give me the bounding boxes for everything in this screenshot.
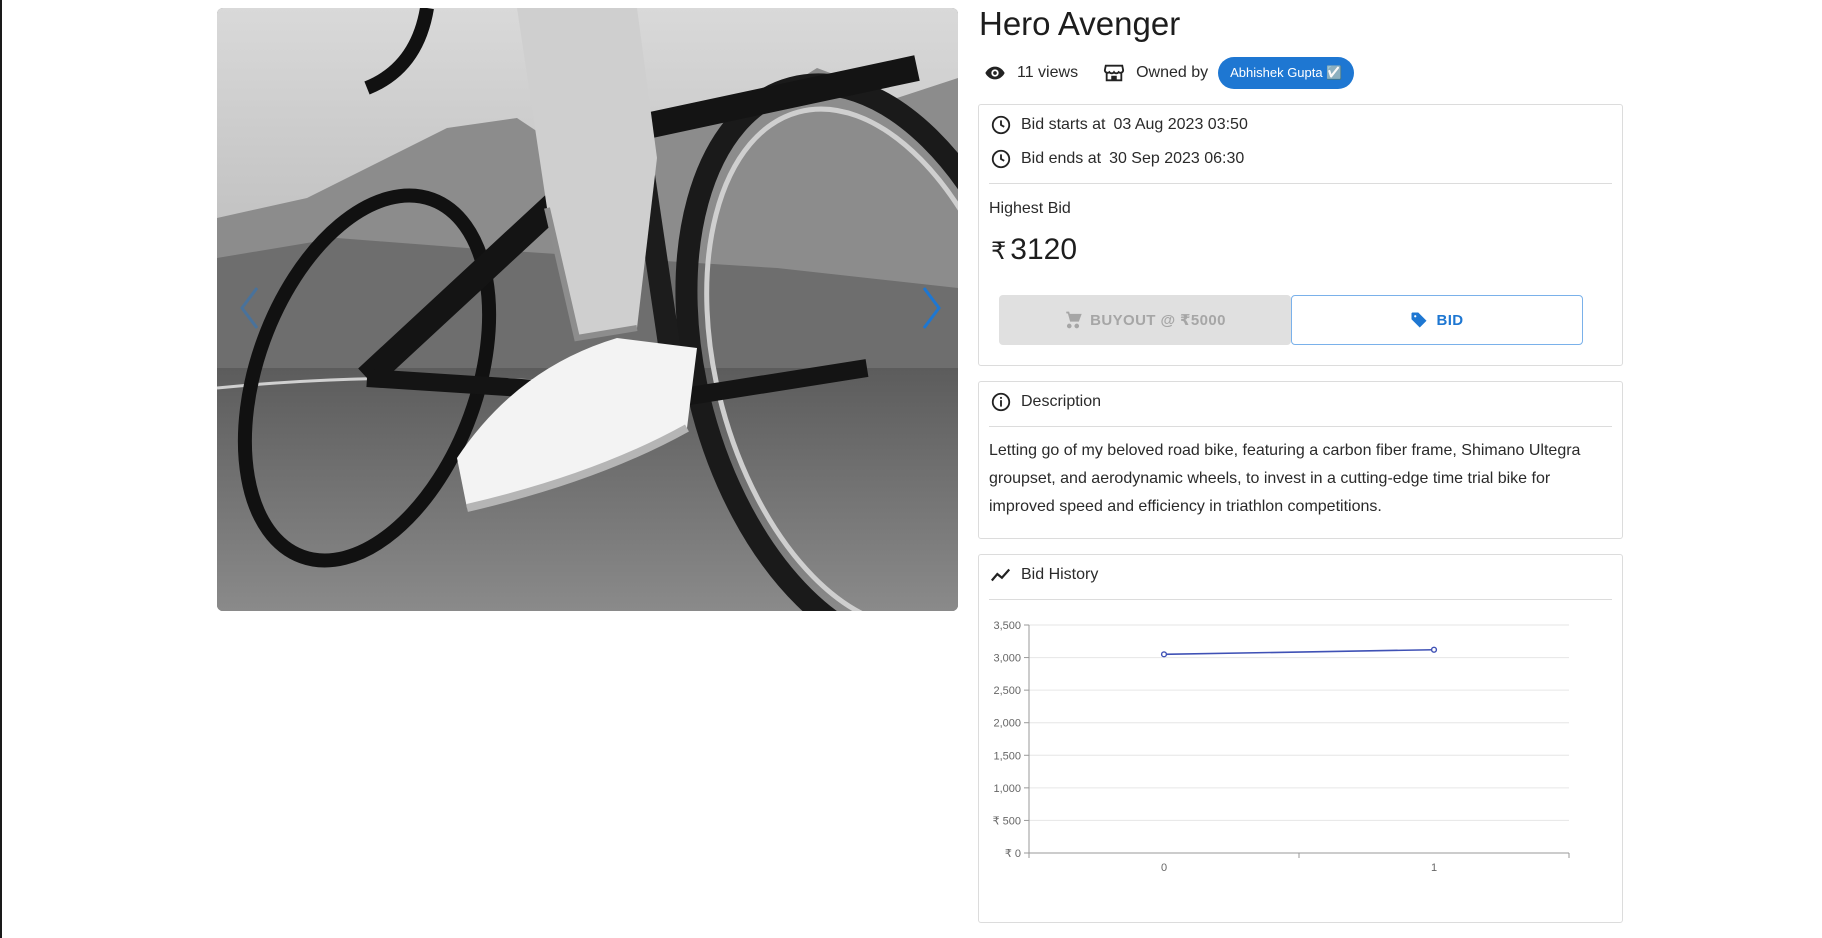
bid-panel-divider — [989, 183, 1612, 184]
trend-icon — [989, 563, 1013, 587]
chart-point — [1160, 651, 1168, 658]
store-icon — [1102, 61, 1126, 85]
clock-icon — [989, 113, 1013, 137]
product-meta-row: 11 views Owned by Abhishek Gupta ☑️ — [983, 57, 1355, 89]
description-text: Letting go of my beloved road bike, feat… — [989, 442, 1581, 515]
chevron-right-icon — [922, 287, 941, 329]
views-count: 11 views — [1017, 64, 1079, 81]
chart-y-tick-label: 1,000 — [993, 783, 1021, 795]
product-photo — [217, 8, 958, 611]
clock-icon — [989, 147, 1013, 171]
description-panel: Description Letting go of my beloved roa… — [978, 381, 1623, 539]
chart-y-tick-label: 1,500 — [993, 750, 1021, 762]
window-left-border — [0, 0, 2, 938]
cart-icon — [1064, 311, 1082, 329]
chart-x-tick-label: 0 — [1161, 862, 1167, 874]
highest-bid-label: Highest Bid — [989, 200, 1071, 217]
chart-y-tick-label: ₹ 0 — [1005, 848, 1021, 860]
bid-history-header: Bid History — [989, 563, 1098, 587]
eye-icon — [983, 61, 1007, 85]
bid-history-divider — [989, 599, 1612, 600]
description-heading: Description — [1021, 393, 1102, 410]
buyout-button-label: BUYOUT @ ₹5000 — [1090, 312, 1226, 329]
bid-start-label: Bid starts at — [1021, 116, 1106, 133]
chart-y-tick-label: 3,500 — [993, 620, 1021, 632]
bid-end-row: Bid ends at 30 Sep 2023 06:30 — [989, 147, 1244, 171]
owner-chip[interactable]: Abhishek Gupta ☑️ — [1218, 57, 1355, 89]
chart-point — [1430, 646, 1438, 653]
currency-symbol: ₹ — [991, 238, 1007, 265]
bid-end-value: 30 Sep 2023 06:30 — [1109, 150, 1245, 167]
chart-y-tick-label: 3,000 — [993, 653, 1021, 665]
bid-button-label: BID — [1436, 311, 1464, 329]
product-title: Hero Avenger — [979, 5, 1181, 42]
description-divider — [989, 426, 1612, 427]
highest-bid-amount: 3120 — [1010, 233, 1078, 266]
bid-end-label: Bid ends at — [1021, 150, 1102, 167]
bid-panel: Bid starts at 03 Aug 2023 03:50 Bid ends… — [978, 104, 1623, 366]
description-header: Description — [989, 390, 1101, 414]
bid-history-chart: ₹ 0 ₹ 500 1,000 1,500 2,000 2,500 3,000 3,500 0 1 — [993, 620, 1570, 874]
carousel-next-button[interactable] — [912, 278, 952, 338]
bid-history-panel: Bid History ₹ 0 ₹ 500 1,000 1,500 2,000 2,500… — [978, 554, 1623, 923]
buyout-button[interactable]: BUYOUT @ ₹5000 — [999, 295, 1291, 345]
bid-history-heading: Bid History — [1021, 566, 1099, 583]
bid-button[interactable]: BID — [1291, 295, 1583, 345]
bid-start-row: Bid starts at 03 Aug 2023 03:50 — [989, 113, 1248, 137]
carousel-prev-button[interactable] — [229, 278, 269, 338]
info-icon — [989, 390, 1013, 414]
chart-series-line — [1163, 648, 1435, 656]
chart-x-tick-label: 1 — [1431, 862, 1437, 874]
chart-y-tick-label: 2,500 — [993, 685, 1021, 697]
chevron-left-icon — [240, 287, 259, 329]
owned-by-label: Owned by — [1136, 64, 1209, 81]
chart-y-tick-label: 2,000 — [993, 718, 1021, 730]
bid-start-value: 03 Aug 2023 03:50 — [1113, 116, 1248, 133]
chart-y-tick-label: ₹ 500 — [993, 815, 1021, 827]
tag-icon — [1410, 311, 1428, 329]
highest-bid-value: ₹ 3120 — [991, 233, 1077, 267]
product-image-carousel[interactable] — [217, 8, 958, 611]
